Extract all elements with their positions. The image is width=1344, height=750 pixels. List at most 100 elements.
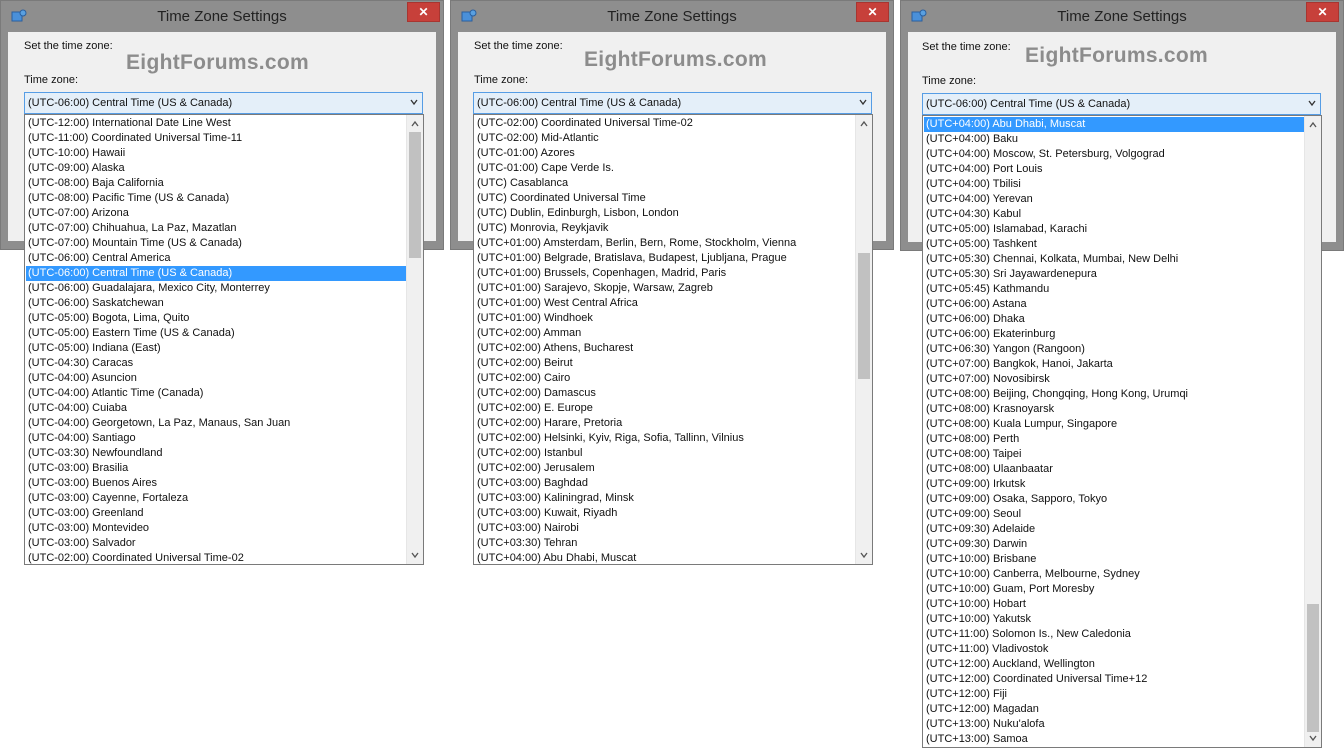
list-item-selected[interactable]: (UTC+04:00) Abu Dhabi, Muscat: [924, 117, 1305, 132]
list-item[interactable]: (UTC+08:00) Perth: [924, 432, 1305, 447]
list-item[interactable]: (UTC-03:30) Newfoundland: [26, 446, 407, 461]
list-item[interactable]: (UTC-03:00) Greenland: [26, 506, 407, 521]
list-item[interactable]: (UTC) Casablanca: [475, 176, 856, 191]
scrollbar-thumb[interactable]: [409, 132, 421, 258]
list-item[interactable]: (UTC+09:00) Irkutsk: [924, 477, 1305, 492]
list-item[interactable]: (UTC+11:00) Solomon Is., New Caledonia: [924, 627, 1305, 642]
list-item[interactable]: (UTC-07:00) Chihuahua, La Paz, Mazatlan: [26, 221, 407, 236]
list-item[interactable]: (UTC+06:00) Ekaterinburg: [924, 327, 1305, 342]
list-item[interactable]: (UTC+02:00) Cairo: [475, 371, 856, 386]
close-button[interactable]: ✕: [407, 2, 440, 22]
title-bar[interactable]: Time Zone Settings ✕: [901, 1, 1343, 31]
list-item[interactable]: (UTC+03:00) Nairobi: [475, 521, 856, 536]
list-item[interactable]: (UTC-08:00) Pacific Time (US & Canada): [26, 191, 407, 206]
list-item[interactable]: (UTC+01:00) Sarajevo, Skopje, Warsaw, Za…: [475, 281, 856, 296]
list-item[interactable]: (UTC-12:00) International Date Line West: [26, 116, 407, 131]
chevron-down-icon[interactable]: [1307, 98, 1317, 108]
list-item[interactable]: (UTC+07:00) Novosibirsk: [924, 372, 1305, 387]
list-item[interactable]: (UTC+08:00) Kuala Lumpur, Singapore: [924, 417, 1305, 432]
time-zone-combobox[interactable]: (UTC-06:00) Central Time (US & Canada): [473, 92, 872, 114]
list-item[interactable]: (UTC-03:00) Cayenne, Fortaleza: [26, 491, 407, 506]
list-item[interactable]: (UTC+13:00) Nuku'alofa: [924, 717, 1305, 732]
list-item[interactable]: (UTC+03:00) Kaliningrad, Minsk: [475, 491, 856, 506]
list-item[interactable]: (UTC+01:00) Brussels, Copenhagen, Madrid…: [475, 266, 856, 281]
list-item[interactable]: (UTC) Monrovia, Reykjavik: [475, 221, 856, 236]
list-item[interactable]: (UTC-06:00) Guadalajara, Mexico City, Mo…: [26, 281, 407, 296]
list-item[interactable]: (UTC+08:00) Taipei: [924, 447, 1305, 462]
list-item[interactable]: (UTC+04:00) Tbilisi: [924, 177, 1305, 192]
list-item[interactable]: (UTC+02:00) Istanbul: [475, 446, 856, 461]
list-item[interactable]: (UTC-05:00) Eastern Time (US & Canada): [26, 326, 407, 341]
list-item[interactable]: (UTC-03:00) Montevideo: [26, 521, 407, 536]
list-item[interactable]: (UTC+03:00) Baghdad: [475, 476, 856, 491]
vertical-scrollbar[interactable]: [1304, 116, 1321, 747]
list-item[interactable]: (UTC-03:00) Brasilia: [26, 461, 407, 476]
list-item[interactable]: (UTC-05:00) Indiana (East): [26, 341, 407, 356]
list-item[interactable]: (UTC+13:00) Samoa: [924, 732, 1305, 747]
list-item[interactable]: (UTC+04:30) Kabul: [924, 207, 1305, 222]
scroll-down-icon[interactable]: [410, 550, 420, 560]
list-item[interactable]: (UTC-04:00) Asuncion: [26, 371, 407, 386]
list-item[interactable]: (UTC-06:00) Saskatchewan: [26, 296, 407, 311]
list-item[interactable]: (UTC-03:00) Salvador: [26, 536, 407, 551]
list-item[interactable]: (UTC+10:00) Hobart: [924, 597, 1305, 612]
list-item[interactable]: (UTC+04:00) Baku: [924, 132, 1305, 147]
list-item[interactable]: (UTC+12:00) Magadan: [924, 702, 1305, 717]
list-item[interactable]: (UTC-04:30) Caracas: [26, 356, 407, 371]
scrollbar-thumb[interactable]: [1307, 604, 1319, 732]
list-item[interactable]: (UTC-06:00) Central America: [26, 251, 407, 266]
list-item[interactable]: (UTC-04:00) Atlantic Time (Canada): [26, 386, 407, 401]
list-item[interactable]: (UTC-11:00) Coordinated Universal Time-1…: [26, 131, 407, 146]
list-item[interactable]: (UTC+02:00) Harare, Pretoria: [475, 416, 856, 431]
chevron-down-icon[interactable]: [409, 97, 419, 107]
list-item[interactable]: (UTC+08:00) Krasnoyarsk: [924, 402, 1305, 417]
list-item[interactable]: (UTC+12:00) Fiji: [924, 687, 1305, 702]
list-item[interactable]: (UTC+05:30) Sri Jayawardenepura: [924, 267, 1305, 282]
list-item[interactable]: (UTC+10:00) Canberra, Melbourne, Sydney: [924, 567, 1305, 582]
list-item[interactable]: (UTC+07:00) Bangkok, Hanoi, Jakarta: [924, 357, 1305, 372]
list-item[interactable]: (UTC+10:00) Guam, Port Moresby: [924, 582, 1305, 597]
scroll-up-icon[interactable]: [859, 119, 869, 129]
list-item[interactable]: (UTC+02:00) Damascus: [475, 386, 856, 401]
list-item[interactable]: (UTC+02:00) Amman: [475, 326, 856, 341]
time-zone-dropdown-list[interactable]: (UTC-12:00) International Date Line West…: [24, 114, 424, 565]
list-item[interactable]: (UTC+10:00) Yakutsk: [924, 612, 1305, 627]
list-item[interactable]: (UTC+09:00) Seoul: [924, 507, 1305, 522]
list-item[interactable]: (UTC+11:00) Vladivostok: [924, 642, 1305, 657]
list-item[interactable]: (UTC+05:45) Kathmandu: [924, 282, 1305, 297]
list-item[interactable]: (UTC-01:00) Azores: [475, 146, 856, 161]
vertical-scrollbar[interactable]: [406, 115, 423, 564]
list-item[interactable]: (UTC+10:00) Brisbane: [924, 552, 1305, 567]
time-zone-combobox[interactable]: (UTC-06:00) Central Time (US & Canada): [922, 93, 1321, 115]
chevron-down-icon[interactable]: [858, 97, 868, 107]
list-item[interactable]: (UTC+03:30) Tehran: [475, 536, 856, 551]
time-zone-dropdown-list[interactable]: (UTC+04:00) Abu Dhabi, Muscat (UTC+04:00)…: [922, 115, 1322, 748]
list-item[interactable]: (UTC+05:00) Islamabad, Karachi: [924, 222, 1305, 237]
list-item[interactable]: (UTC+04:00) Yerevan: [924, 192, 1305, 207]
list-item[interactable]: (UTC+02:00) Jerusalem: [475, 461, 856, 476]
list-item[interactable]: (UTC-03:00) Buenos Aires: [26, 476, 407, 491]
list-item[interactable]: (UTC+09:00) Osaka, Sapporo, Tokyo: [924, 492, 1305, 507]
list-item[interactable]: (UTC-08:00) Baja California: [26, 176, 407, 191]
list-item[interactable]: (UTC-04:00) Georgetown, La Paz, Manaus, …: [26, 416, 407, 431]
list-item[interactable]: (UTC-04:00) Santiago: [26, 431, 407, 446]
scroll-up-icon[interactable]: [1308, 120, 1318, 130]
list-item[interactable]: (UTC+06:00) Astana: [924, 297, 1305, 312]
list-item[interactable]: (UTC-05:00) Bogota, Lima, Quito: [26, 311, 407, 326]
title-bar[interactable]: Time Zone Settings ✕: [1, 1, 443, 31]
list-item[interactable]: (UTC) Coordinated Universal Time: [475, 191, 856, 206]
list-item[interactable]: (UTC-02:00) Coordinated Universal Time-0…: [26, 551, 407, 564]
scroll-down-icon[interactable]: [1308, 733, 1318, 743]
list-item[interactable]: (UTC+04:00) Moscow, St. Petersburg, Volg…: [924, 147, 1305, 162]
list-item[interactable]: (UTC+09:30) Adelaide: [924, 522, 1305, 537]
list-item[interactable]: (UTC+01:00) Belgrade, Bratislava, Budape…: [475, 251, 856, 266]
list-item[interactable]: (UTC-02:00) Coordinated Universal Time-0…: [475, 116, 856, 131]
list-item[interactable]: (UTC+08:00) Ulaanbaatar: [924, 462, 1305, 477]
list-item[interactable]: (UTC+12:00) Coordinated Universal Time+1…: [924, 672, 1305, 687]
close-button[interactable]: ✕: [1306, 2, 1339, 22]
list-item[interactable]: (UTC+03:00) Kuwait, Riyadh: [475, 506, 856, 521]
list-item[interactable]: (UTC+02:00) Athens, Bucharest: [475, 341, 856, 356]
list-item[interactable]: (UTC-04:00) Cuiaba: [26, 401, 407, 416]
list-item[interactable]: (UTC-07:00) Mountain Time (US & Canada): [26, 236, 407, 251]
title-bar[interactable]: Time Zone Settings ✕: [451, 1, 893, 31]
